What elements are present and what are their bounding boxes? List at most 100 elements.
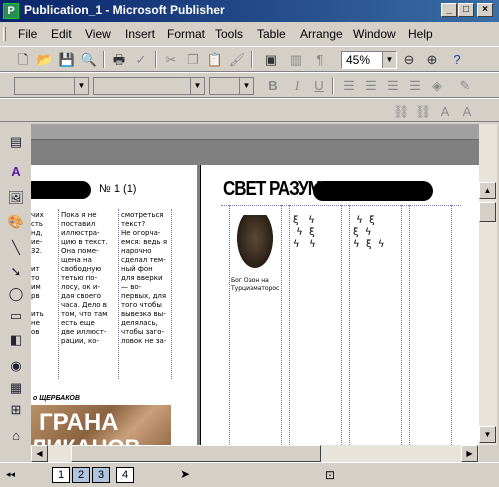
scroll-right-button[interactable]: ▶ [461, 445, 478, 462]
horizontal-scrollbar[interactable]: ◀ ▶ [31, 445, 479, 462]
link-icon[interactable]: ⛓ [392, 103, 410, 120]
design-gallery-icon[interactable]: ▦ [6, 378, 26, 398]
left-page[interactable]: № 1 (1) чих сть нд, ие- 32. ит то им рв … [31, 165, 197, 445]
arrow-icon[interactable]: ➘ [6, 262, 26, 282]
object-size-icon: ⊡ [325, 468, 336, 482]
menu-insert[interactable]: Insert [125, 27, 155, 41]
spelling-icon[interactable]: ✓ [132, 51, 150, 68]
align-center-icon[interactable]: ☰ [362, 77, 380, 94]
close-button[interactable]: × [477, 3, 493, 17]
issue-number: № 1 (1) [99, 183, 137, 195]
align-left-icon[interactable]: ☰ [340, 77, 358, 94]
chevron-down-icon[interactable]: ▼ [74, 78, 88, 94]
unlink-icon[interactable]: ⛓ [414, 103, 432, 120]
fill-color-icon[interactable]: ◈ [428, 77, 446, 94]
insert-object-icon[interactable]: ▣ [262, 51, 280, 68]
format-painter-icon[interactable]: 🖌 [228, 51, 246, 68]
columns-icon[interactable]: ▥ [287, 51, 305, 68]
line-icon[interactable]: ╲ [6, 238, 26, 258]
vertical-scrollbar[interactable]: ▲ ▼ [479, 124, 497, 445]
standard-toolbar: 🗋 📂 💾 🔍 🖶 ✓ ✂ ❐ 📋 🖌 ▣ ▥ ¶ 45% ▼ ⊖ ⊕ ? [0, 46, 499, 72]
page-nav-arrows-icon[interactable]: ◂◂ [6, 469, 15, 480]
right-page[interactable]: СВЕТ РАЗУМА Бог Озон на Турцизматорос ξ … [200, 165, 479, 445]
page-tab-2[interactable]: 2 [72, 467, 90, 483]
line-color-icon[interactable]: ✎ [456, 77, 474, 94]
cut-icon[interactable]: ✂ [162, 51, 180, 68]
save-icon[interactable]: 💾 [58, 51, 76, 68]
open-icon[interactable]: 📂 [36, 51, 54, 68]
menu-table[interactable]: Table [257, 27, 286, 41]
wordart-icon[interactable]: A [6, 162, 26, 182]
workspace[interactable]: № 1 (1) чих сть нд, ие- 32. ит то им рв … [31, 124, 479, 445]
help-icon[interactable]: ? [448, 51, 466, 68]
column-guide [58, 209, 59, 379]
page-icon[interactable]: ⌂ [6, 426, 26, 446]
chevron-down-icon[interactable]: ▼ [239, 78, 253, 94]
picture-icon[interactable]: 🖼 [6, 188, 26, 208]
print-icon[interactable]: 🖶 [110, 51, 128, 68]
rectangle-icon[interactable]: ▭ [6, 306, 26, 326]
oval-icon[interactable]: ◯ [6, 284, 26, 304]
font-select[interactable]: ▼ [93, 77, 205, 95]
glyph-column-2[interactable]: ϟ ξ ξ ϟ ϟ ξ ϟ [353, 215, 384, 251]
print-preview-icon[interactable]: 🔍 [80, 51, 98, 68]
vertical-scroll-thumb[interactable] [479, 202, 496, 222]
picture-caption: Бог Озон на Турцизматорос [231, 277, 280, 292]
new-icon[interactable]: 🗋 [14, 51, 32, 68]
align-right-icon[interactable]: ☰ [384, 77, 402, 94]
clip-art-icon[interactable]: 🎨 [6, 212, 26, 232]
maximize-button[interactable]: □ [458, 3, 474, 17]
menu-view[interactable]: View [85, 27, 111, 41]
page-tab-3[interactable]: 3 [92, 467, 110, 483]
text-column-1[interactable]: чих сть нд, ие- 32. ит то им рв ить не о… [31, 211, 44, 337]
column-guide [118, 209, 119, 379]
minimize-button[interactable]: _ [441, 3, 457, 17]
zoom-out-icon[interactable]: ⊖ [400, 51, 418, 68]
menu-format[interactable]: Format [167, 27, 205, 41]
more-objects-icon[interactable]: ⊞ [6, 400, 26, 420]
text-box-icon[interactable]: ▤ [6, 132, 26, 152]
menu-file[interactable]: File [18, 27, 37, 41]
menu-tools[interactable]: Tools [215, 27, 243, 41]
paste-icon[interactable]: 📋 [206, 51, 224, 68]
scroll-up-button[interactable]: ▲ [479, 182, 496, 199]
scroll-left-button[interactable]: ◀ [31, 445, 48, 462]
chevron-down-icon[interactable]: ▼ [190, 78, 204, 94]
text-style-icon[interactable]: A [458, 103, 476, 120]
underline-icon[interactable]: U [310, 77, 328, 94]
hot-spot-icon[interactable]: ◉ [6, 356, 26, 376]
banner-line-2: ЛИКАНОВ [31, 435, 140, 445]
zoom-in-icon[interactable]: ⊕ [423, 51, 441, 68]
column-guide [409, 205, 410, 445]
font-size-select[interactable]: ▼ [209, 77, 254, 95]
page-tab-4[interactable]: 4 [116, 467, 134, 483]
column-guide [289, 205, 290, 445]
copy-icon[interactable]: ❐ [184, 51, 202, 68]
text-column-2[interactable]: Пока я не поставил иллюстра- цию в текст… [61, 211, 108, 346]
glyph-column-1[interactable]: ξ ϟ ϟ ξ ϟ ϟ [293, 215, 316, 251]
text-column-3[interactable]: смотреться текст? Не огорча- емся: ведь … [121, 211, 167, 346]
menu-help[interactable]: Help [408, 27, 433, 41]
style-select[interactable]: ▼ [14, 77, 89, 95]
menu-window[interactable]: Window [353, 27, 396, 41]
justify-icon[interactable]: ☰ [406, 77, 424, 94]
buddha-picture[interactable] [234, 215, 276, 273]
menu-grip[interactable] [3, 27, 6, 41]
bold-icon[interactable]: B [264, 77, 282, 94]
masthead-black-bar [31, 181, 91, 199]
autoshapes-icon[interactable]: ◧ [6, 330, 26, 350]
column-guide [451, 205, 452, 445]
menu-arrange[interactable]: Arrange [300, 27, 343, 41]
chevron-down-icon[interactable]: ▼ [382, 52, 396, 68]
zoom-value: 45% [346, 53, 371, 67]
zoom-select[interactable]: 45% ▼ [341, 51, 397, 69]
banner-image[interactable]: ГРАНА ЛИКАНОВ [31, 405, 171, 445]
horizontal-scroll-thumb[interactable] [71, 445, 321, 462]
menu-edit[interactable]: Edit [51, 27, 72, 41]
pilcrow-icon[interactable]: ¶ [311, 51, 329, 68]
text-direction-icon[interactable]: A [436, 103, 454, 120]
scroll-down-button[interactable]: ▼ [479, 426, 496, 443]
page-tab-1[interactable]: 1 [52, 467, 70, 483]
publisher-icon[interactable]: P [3, 3, 19, 19]
italic-icon[interactable]: I [288, 77, 306, 94]
